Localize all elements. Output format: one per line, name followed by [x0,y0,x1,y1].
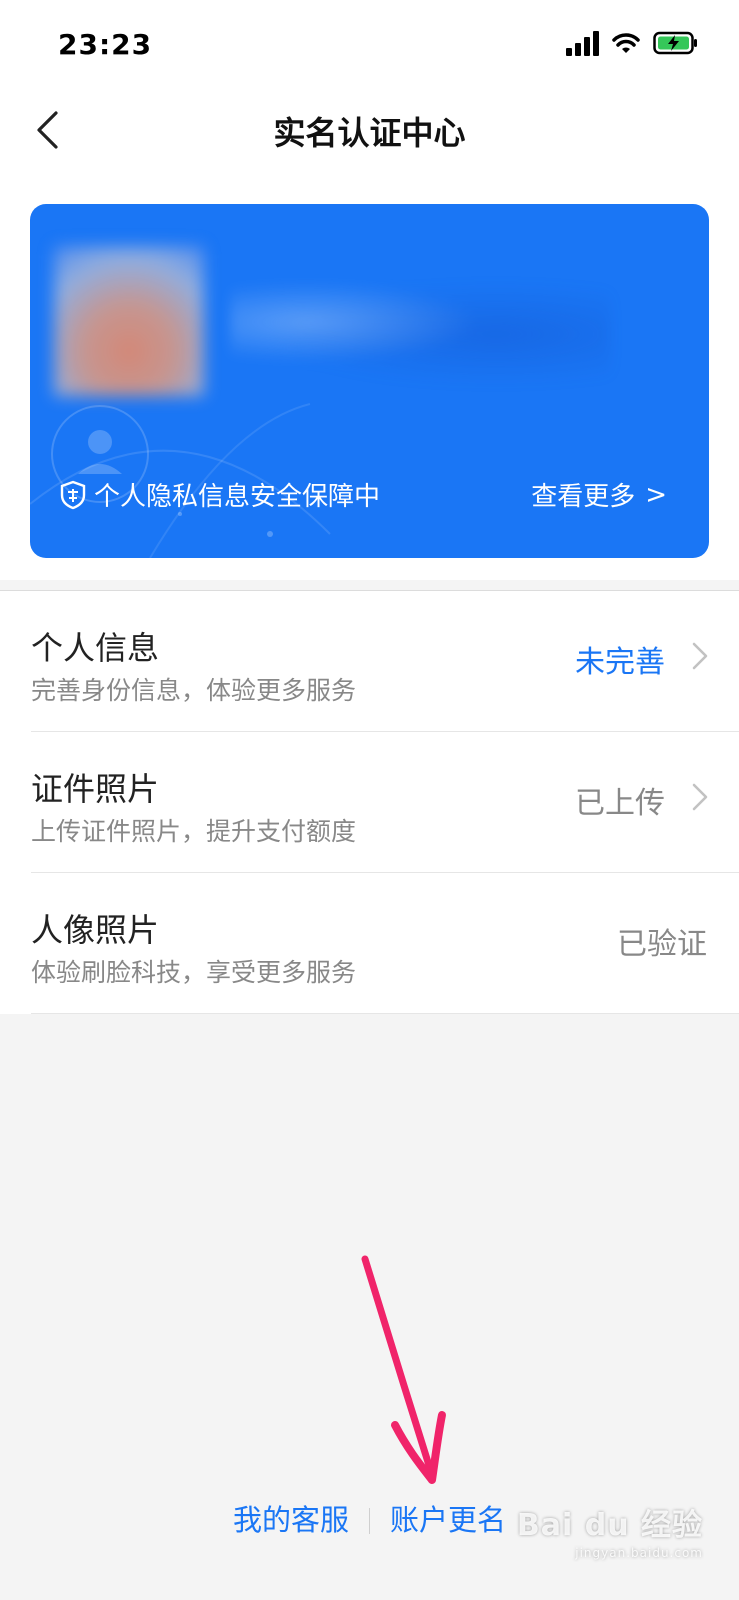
cellular-signal-icon [566,30,599,56]
status-time: 23:23 [58,28,153,61]
avatar-blurred [54,246,204,396]
account-rename-link[interactable]: 账户更名 [390,1503,506,1537]
divider [31,1013,739,1014]
wifi-icon [611,31,641,55]
verification-list: 个人信息 完善身份信息，体验更多服务 未完善 证件照片 上传证件照片，提升支付额… [0,591,739,1014]
chevron-right-icon: > [645,479,667,510]
status-badge: 未完善 [575,645,665,680]
customer-service-link[interactable]: 我的客服 [233,1503,349,1537]
shield-icon [60,480,86,509]
list-item-face-photo[interactable]: 人像照片 体验刷脸科技，享受更多服务 已验证 [0,873,739,1014]
battery-charging-icon [653,30,699,56]
watermark-subtext: jingyan.baidu.com [575,1546,703,1560]
baidu-watermark: Bai du 经验 jingyan.baidu.com [517,1500,703,1560]
chevron-right-icon [692,642,708,670]
chevron-right-icon [692,783,708,811]
annotation-arrow-icon [361,1255,446,1484]
item-title: 个人信息 [31,629,160,667]
status-bar: 23:23 [0,0,739,90]
name-blurred [230,274,610,394]
nav-bar: 实名认证中心 [0,90,739,170]
item-subtitle: 完善身份信息，体验更多服务 [31,676,357,705]
item-subtitle: 体验刷脸科技，享受更多服务 [31,958,357,987]
item-title: 人像照片 [31,911,160,949]
list-item-personal-info[interactable]: 个人信息 完善身份信息，体验更多服务 未完善 [0,591,739,732]
privacy-row: 个人隐私信息安全保障中 [60,476,380,513]
item-subtitle: 上传证件照片，提升支付额度 [31,817,357,846]
status-badge: 已上传 [575,786,665,821]
status-badge: 已验证 [617,927,707,962]
watermark-text: Bai du 经验 [516,1508,703,1543]
identity-card[interactable]: 个人隐私信息安全保障中 查看更多 > [30,204,709,558]
list-item-id-photo[interactable]: 证件照片 上传证件照片，提升支付额度 已上传 [0,732,739,873]
item-title: 证件照片 [31,770,160,808]
view-more-link[interactable]: 查看更多 > [531,476,667,513]
footer-divider [369,1508,370,1534]
status-icons [566,30,699,56]
page-title: 实名认证中心 [273,114,466,152]
privacy-text: 个人隐私信息安全保障中 [94,482,381,512]
view-more-label: 查看更多 [531,482,636,512]
